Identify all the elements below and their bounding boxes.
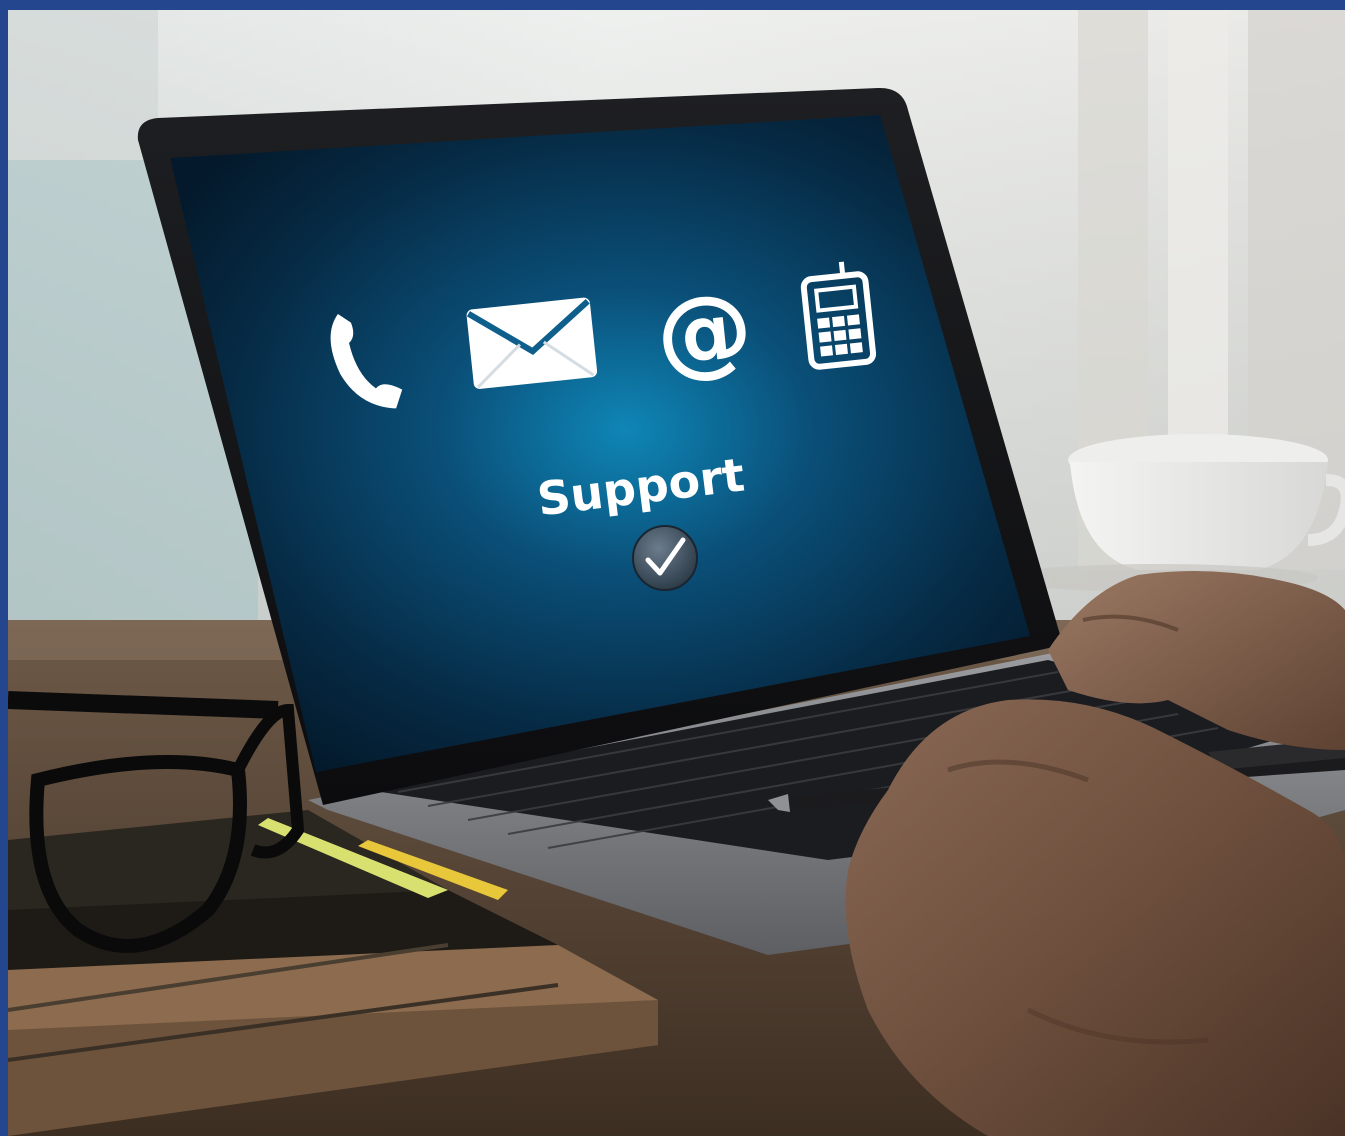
at-sign-icon: @ — [651, 271, 758, 392]
checkmark-icon — [632, 525, 698, 591]
svg-text:@: @ — [651, 271, 758, 392]
envelope-icon — [466, 297, 598, 389]
photo-frame: @ Support — [8, 10, 1345, 1136]
photo: @ Support — [8, 10, 1345, 1136]
